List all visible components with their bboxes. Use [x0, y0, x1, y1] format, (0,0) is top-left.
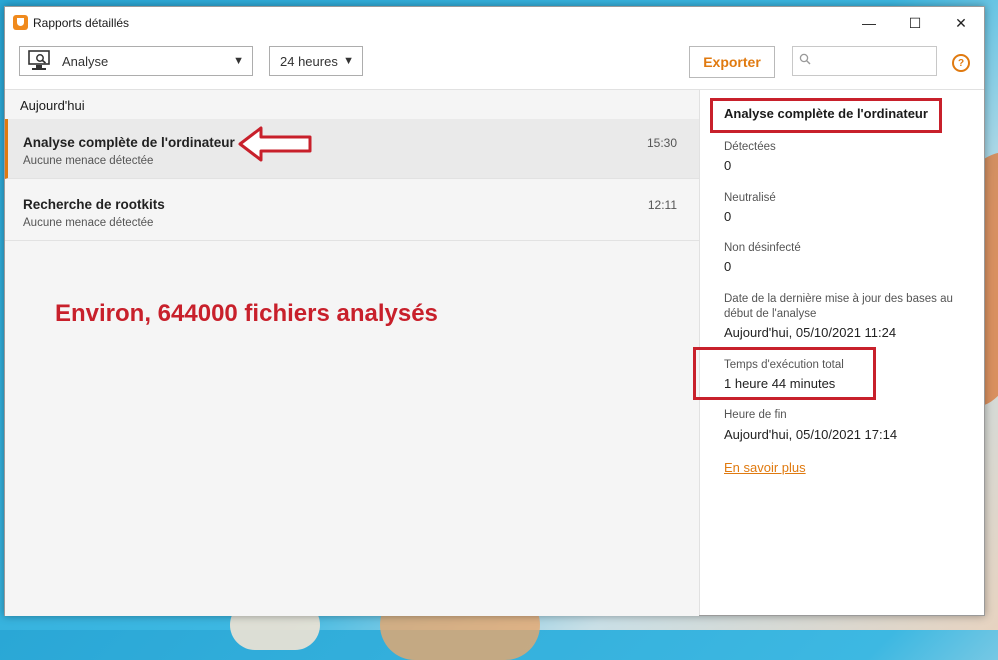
details-pane: Analyse complète de l'ordinateur Détecté… [693, 89, 984, 615]
reports-window: Rapports détaillés — ☐ ✕ Analyse ▼ 24 he… [4, 6, 985, 616]
chevron-down-icon: ▼ [233, 55, 244, 67]
report-type-dropdown[interactable]: Analyse ▼ [19, 46, 253, 76]
report-item-time: 15:30 [646, 136, 677, 150]
export-button[interactable]: Exporter [689, 46, 775, 78]
detected-value: 0 [724, 158, 732, 173]
period-dropdown[interactable]: 24 heures ▼ [269, 46, 363, 76]
neutralized-label: Neutralisé [724, 192, 776, 204]
not-disinfected-value: 0 [724, 259, 732, 274]
monitor-scan-icon [28, 50, 52, 72]
not-disinfected-label: Non désinfecté [724, 242, 801, 254]
end-time-label: Heure de fin [724, 409, 787, 421]
detected-label: Détectées [724, 141, 776, 153]
report-item-status: Aucune menace détectée [23, 155, 154, 167]
report-type-value: Analyse [62, 53, 109, 69]
help-icon[interactable]: ? [952, 54, 970, 72]
annotation-arrow-icon [238, 126, 312, 162]
period-value: 24 heures [280, 53, 338, 69]
group-heading: Aujourd'hui [20, 98, 85, 113]
report-item-title: Recherche de rootkits [23, 197, 165, 212]
neutralized-value: 0 [724, 209, 732, 224]
annotation-text: Environ, 644000 fichiers analysés [55, 300, 438, 327]
end-time-value: Aujourd'hui, 05/10/2021 17:14 [724, 427, 898, 442]
toolbar: Analyse ▼ 24 heures ▼ Exporter ? [5, 39, 984, 89]
report-item-status: Aucune menace détectée [23, 217, 154, 229]
minimize-button[interactable]: — [846, 7, 892, 39]
report-item-full-scan[interactable]: Analyse complète de l'ordinateur Aucune … [5, 119, 699, 179]
search-box[interactable] [792, 46, 937, 76]
chevron-down-icon: ▼ [343, 55, 354, 67]
report-item-title: Analyse complète de l'ordinateur [23, 135, 235, 150]
learn-more-link[interactable]: En savoir plus [724, 460, 806, 475]
search-input[interactable] [817, 53, 931, 69]
report-item-rootkit-scan[interactable]: Recherche de rootkits Aucune menace déte… [5, 181, 699, 241]
shield-app-icon [13, 15, 28, 30]
report-list-pane: Aujourd'hui Analyse complète de l'ordina… [5, 89, 699, 616]
db-update-label: Date de la dernière mise à jour des base… [724, 293, 953, 320]
db-update-value: Aujourd'hui, 05/10/2021 11:24 [724, 325, 897, 340]
title-bar[interactable]: Rapports détaillés — ☐ ✕ [5, 7, 984, 39]
report-item-time: 12:11 [647, 198, 677, 212]
annotation-box [693, 347, 876, 400]
annotation-box [710, 98, 942, 133]
maximize-button[interactable]: ☐ [892, 7, 938, 39]
window-title: Rapports détaillés [33, 16, 130, 30]
close-button[interactable]: ✕ [938, 7, 984, 39]
search-icon [799, 52, 811, 70]
